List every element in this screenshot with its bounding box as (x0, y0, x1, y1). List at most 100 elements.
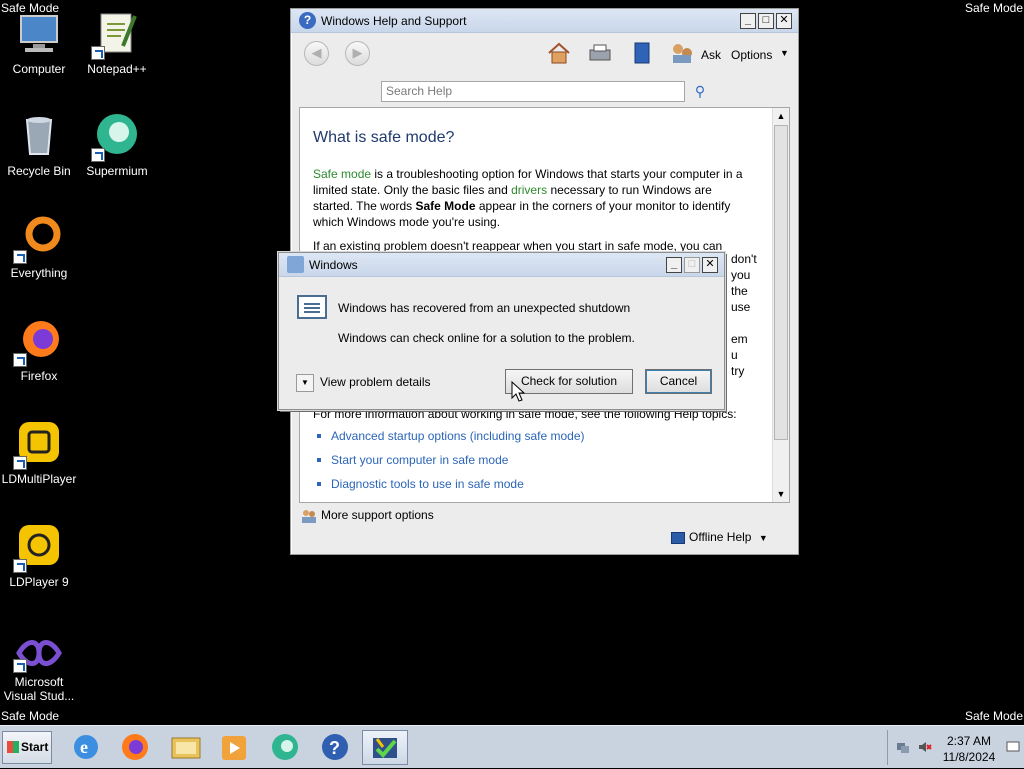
visual-studio-icon (13, 635, 63, 673)
scroll-up-arrow-icon[interactable]: ▲ (773, 108, 789, 124)
desktop-icon-label: LDMultiPlayer (1, 472, 77, 486)
supermium-icon (91, 112, 141, 162)
safe-mode-label-top-right: Safe Mode (964, 1, 1023, 15)
desktop-icon-label: LDPlayer 9 (9, 575, 69, 589)
desktop-icon-label: Notepad++ (87, 62, 147, 76)
desktop-icon-label: Supermium (86, 164, 148, 178)
windows-logo-icon (7, 741, 19, 753)
minimize-button[interactable]: _ (740, 13, 756, 29)
view-problem-details-label: View problem details (320, 375, 431, 390)
problem-report-icon (297, 295, 327, 319)
chevron-down-icon[interactable]: ▼ (780, 48, 789, 58)
vertical-scrollbar[interactable]: ▲ ▼ (772, 108, 789, 502)
desktop-icon-everything[interactable]: Everything (0, 214, 78, 280)
shortcut-arrow-icon (13, 250, 27, 264)
dialog-message: Windows has recovered from an unexpected… (338, 301, 631, 315)
action-center-icon[interactable] (362, 730, 408, 765)
ask-icon[interactable] (669, 41, 695, 65)
help-topic-link[interactable]: Start your computer in safe mode (313, 452, 755, 468)
article-heading: What is safe mode? (313, 129, 455, 146)
shortcut-arrow-icon (13, 456, 27, 470)
options-button[interactable]: Options (731, 48, 772, 62)
cancel-button[interactable]: Cancel (645, 369, 712, 394)
shortcut-arrow-icon (13, 659, 27, 673)
desktop-icon-notepad-plus-plus[interactable]: Notepad++ (78, 10, 156, 76)
file-explorer-icon[interactable] (166, 730, 206, 765)
browse-help-icon[interactable] (629, 41, 655, 65)
supermium-icon[interactable] (265, 730, 305, 765)
maximize-button: □ (684, 257, 700, 273)
print-icon[interactable] (587, 41, 613, 65)
ldmultiplayer-icon (13, 420, 63, 470)
shortcut-arrow-icon (91, 148, 105, 162)
view-problem-details-toggle[interactable]: ▼ View problem details (296, 374, 431, 392)
search-icon[interactable]: ⚲ (691, 82, 709, 100)
offline-help-dropdown[interactable]: Offline Help ▼ (671, 530, 768, 544)
system-tray: 2:37 AM 11/8/2024 (887, 730, 1022, 765)
desktop-icon-computer[interactable]: Computer (0, 10, 78, 76)
close-button[interactable]: ✕ (702, 257, 718, 273)
occluded-text-fragments: don't you the use em u try (731, 252, 757, 378)
windows-dialog-icon (287, 256, 304, 273)
back-button[interactable]: ◀ (304, 41, 329, 66)
offline-help-label: Offline Help (689, 530, 752, 544)
chevron-down-icon: ▼ (296, 374, 314, 392)
network-icon[interactable] (896, 740, 910, 754)
dialog-title: Windows (309, 258, 358, 272)
desktop-icon-ldmultiplayer[interactable]: LDMultiPlayer (0, 420, 78, 486)
ask-button[interactable]: Ask (701, 48, 721, 62)
everything-icon (13, 214, 63, 264)
scroll-thumb[interactable] (774, 125, 788, 440)
forward-button[interactable]: ▶ (345, 41, 370, 66)
desktop-icon-label: Computer (12, 62, 66, 76)
more-support-options-link[interactable]: More support options (301, 508, 434, 524)
desktop-icon-recycle-bin[interactable]: Recycle Bin (0, 112, 78, 178)
desktop-icon-visual-studio[interactable]: Microsoft Visual Stud... (0, 635, 78, 703)
show-desktop-icon[interactable] (1006, 740, 1020, 754)
shortcut-arrow-icon (91, 46, 105, 60)
volume-muted-icon[interactable] (918, 740, 932, 754)
start-label: Start (21, 740, 49, 754)
home-icon[interactable] (546, 41, 572, 65)
drivers-link[interactable]: drivers (511, 183, 547, 197)
shortcut-arrow-icon (13, 353, 27, 367)
shortcut-arrow-icon (13, 559, 27, 573)
chevron-down-icon: ▼ (758, 533, 768, 543)
media-player-icon[interactable] (214, 730, 254, 765)
more-support-options-label: More support options (321, 508, 434, 523)
firefox-icon[interactable] (115, 730, 155, 765)
clock-time[interactable]: 2:37 AM (938, 734, 1000, 748)
safe-mode-label-bottom-left: Safe Mode (1, 709, 60, 723)
help-window-title: Windows Help and Support (321, 14, 467, 28)
notepad-plus-plus-icon (91, 10, 141, 60)
scroll-down-arrow-icon[interactable]: ▼ (773, 486, 789, 502)
help-icon[interactable]: ? (315, 730, 355, 765)
search-input[interactable]: Search Help (381, 81, 685, 102)
safe-mode-link[interactable]: Safe mode (313, 167, 371, 181)
recycle-bin-icon (15, 112, 63, 160)
clock-date[interactable]: 11/8/2024 (938, 750, 1000, 764)
internet-explorer-icon[interactable]: e (66, 730, 106, 765)
safe-mode-label-bottom-right: Safe Mode (964, 709, 1023, 723)
start-button[interactable]: Start (2, 731, 52, 764)
dialog-submessage: Windows can check online for a solution … (338, 331, 635, 345)
help-topic-link[interactable]: Advanced startup options (including safe… (313, 428, 755, 444)
help-topics-list: Advanced startup options (including safe… (313, 428, 755, 492)
desktop-icon-label: Recycle Bin (7, 164, 71, 178)
help-titlebar[interactable]: ? Windows Help and Support _ □ ✕ (291, 9, 798, 33)
desktop-icon-label: Microsoft Visual Stud... (3, 675, 75, 703)
desktop-icon-firefox[interactable]: Firefox (0, 317, 78, 383)
close-button[interactable]: ✕ (776, 13, 792, 29)
maximize-button[interactable]: □ (758, 13, 774, 29)
desktop-icon-label: Firefox (20, 369, 58, 383)
minimize-button[interactable]: _ (666, 257, 682, 273)
desktop-icon-ldplayer[interactable]: LDPlayer 9 (0, 523, 78, 589)
mouse-pointer-icon (511, 381, 525, 402)
recovery-dialog[interactable]: Windows _ □ ✕ Windows has recovered from… (278, 252, 725, 410)
dialog-titlebar[interactable]: Windows _ □ ✕ (279, 253, 724, 277)
desktop-icon-supermium[interactable]: Supermium (78, 112, 156, 178)
ldplayer-icon (13, 523, 63, 573)
svg-text:?: ? (329, 738, 340, 758)
help-topic-link[interactable]: Diagnostic tools to use in safe mode (313, 476, 755, 492)
help-toolbar: ◀ ▶ Ask Options ▼ (291, 33, 798, 69)
